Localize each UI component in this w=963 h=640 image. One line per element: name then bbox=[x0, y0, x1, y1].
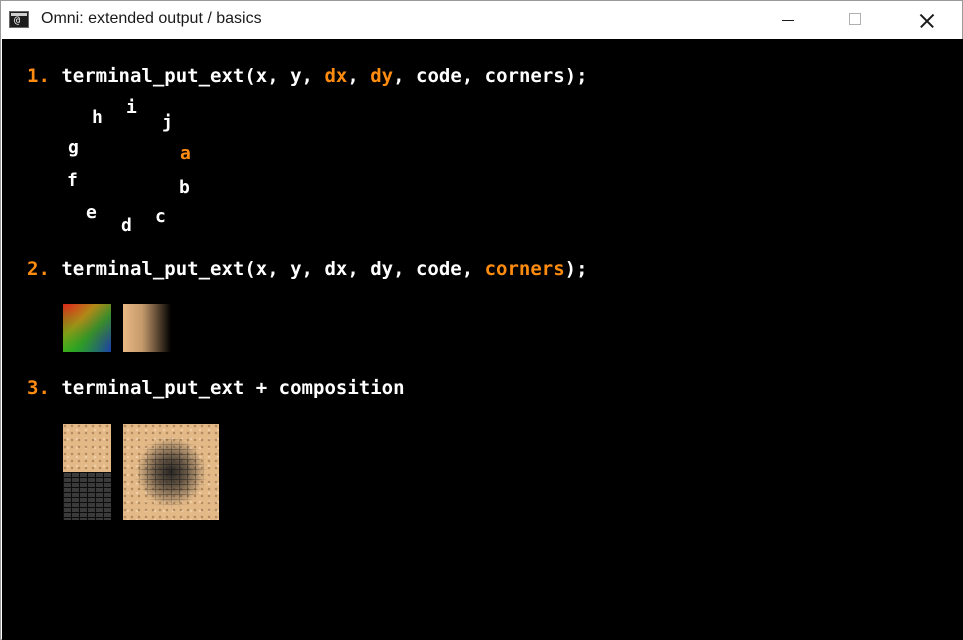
close-button[interactable] bbox=[891, 1, 961, 39]
corner-alpha-fade-tile bbox=[123, 304, 171, 352]
corner-color-gradient-tile bbox=[63, 304, 111, 352]
corner-glyph-e: e bbox=[86, 202, 97, 223]
corner-glyph-b: b bbox=[179, 177, 190, 198]
terminal-canvas: 1. terminal_put_ext(x, y, dx, dy, code, … bbox=[2, 39, 963, 640]
section-3-heading: 3. terminal_put_ext + composition bbox=[27, 377, 405, 399]
brick-tile bbox=[63, 472, 111, 520]
corner-glyph-i: i bbox=[126, 97, 137, 118]
section-2-heading: 2. terminal_put_ext(x, y, dx, dy, code, … bbox=[27, 258, 588, 280]
console-window-icon[interactable]: @ bbox=[9, 11, 29, 28]
section-number: 3. bbox=[27, 377, 50, 399]
section-number: 2. bbox=[27, 258, 50, 280]
corner-glyph-j: j bbox=[162, 112, 173, 133]
corner-glyph-g: g bbox=[68, 137, 79, 158]
corner-glyph-f: f bbox=[67, 170, 78, 191]
corner-glyph-a: a bbox=[180, 143, 191, 164]
corner-glyph-c: c bbox=[155, 206, 166, 227]
corner-glyph-h: h bbox=[92, 107, 103, 128]
app-window: @ Omni: extended output / basics 1. term… bbox=[0, 0, 963, 640]
section-number: 1. bbox=[27, 65, 50, 87]
composited-sand-brick-tile bbox=[123, 424, 219, 520]
maximize-button[interactable] bbox=[821, 1, 891, 39]
sand-tile bbox=[63, 424, 111, 472]
title-bar[interactable]: @ Omni: extended output / basics bbox=[1, 1, 962, 39]
minimize-button[interactable] bbox=[753, 1, 823, 39]
corner-glyph-d: d bbox=[121, 215, 132, 236]
section-1-heading: 1. terminal_put_ext(x, y, dx, dy, code, … bbox=[27, 65, 588, 87]
window-title: Omni: extended output / basics bbox=[41, 10, 262, 27]
